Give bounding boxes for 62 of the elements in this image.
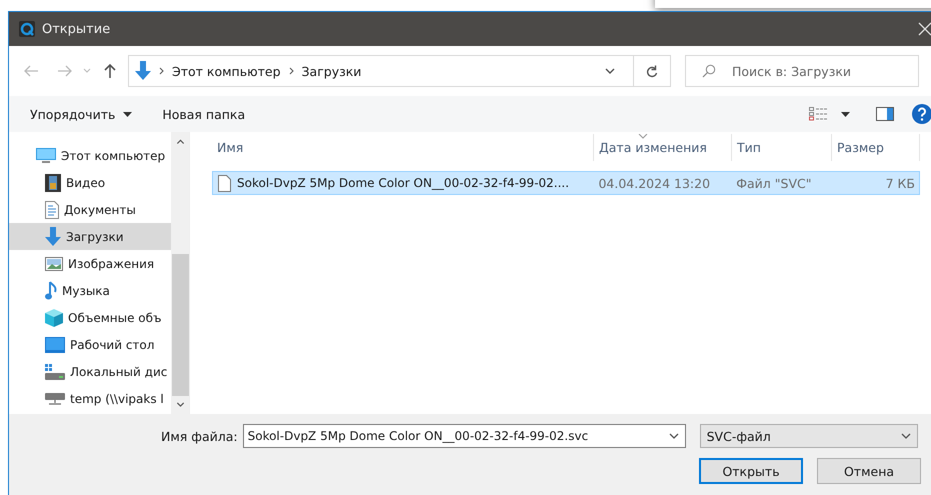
filename-label: Имя файла: <box>161 428 238 444</box>
dropdown-arrow-icon[interactable] <box>841 112 850 116</box>
sidebar-item[interactable]: Изображения <box>9 250 171 277</box>
close-icon <box>918 22 931 36</box>
sidebar-item[interactable]: Объемные объ <box>9 304 171 331</box>
download-arrow-icon <box>45 226 61 246</box>
column-header[interactable]: Дата изменения <box>594 134 732 161</box>
help-icon[interactable] <box>912 104 931 124</box>
file-icon <box>218 174 231 192</box>
address-bar[interactable]: Этот компьютер Загрузки <box>128 55 671 87</box>
breadcrumb[interactable]: Этот компьютер <box>172 64 281 78</box>
computer-icon <box>36 148 56 164</box>
sidebar-item[interactable]: Рабочий стол <box>9 331 171 358</box>
table-cell: Файл "SVC" <box>736 176 812 190</box>
search-field[interactable]: Поиск в: Загрузки <box>685 55 919 87</box>
chevron-right-icon <box>288 67 294 75</box>
refresh-icon <box>646 64 658 78</box>
scrollbar[interactable] <box>171 132 189 414</box>
chevron-right-icon <box>159 67 164 75</box>
filename-field[interactable]: Sokol-DvpZ 5Mp Dome Color ON__00-02-32-f4-99-02.svc <box>242 424 686 448</box>
app-icon <box>19 21 35 37</box>
up-arrow-icon[interactable] <box>103 63 117 79</box>
table-cell: 04.04.2024 13:20 <box>598 176 710 190</box>
film-icon <box>45 174 61 192</box>
sort-chevron-icon <box>638 134 648 139</box>
download-arrow-icon <box>135 61 151 81</box>
new-folder-button[interactable]: Новая папка <box>153 102 254 126</box>
table-cell: Sokol-DvpZ 5Mp Dome Color ON__00-02-32-f4-99-02.... <box>237 176 570 190</box>
column-header[interactable]: Тип <box>732 134 832 161</box>
column-header[interactable]: Размер <box>832 134 920 161</box>
view-options-icon[interactable] <box>809 107 829 121</box>
column-header[interactable]: Имя <box>212 134 594 161</box>
music-note-icon <box>45 280 57 300</box>
chevron-down-icon <box>668 433 679 439</box>
window-title: Открытие <box>42 22 110 36</box>
drive-icon <box>45 364 65 380</box>
file-row[interactable]: Sokol-DvpZ 5Mp Dome Color ON__00-02-32-f4-99-02.... 04.04.2024 13:20 Файл "SVC" 7 КБ <box>212 171 920 195</box>
open-button[interactable]: Открыть <box>699 458 803 484</box>
preview-pane-icon[interactable] <box>876 107 894 121</box>
dropdown-arrow-icon <box>123 112 132 116</box>
desktop-icon <box>45 336 65 352</box>
table-cell: 7 КБ <box>886 176 916 190</box>
chevron-down-icon <box>900 433 911 439</box>
cancel-button[interactable]: Отмена <box>817 458 921 484</box>
sidebar-item[interactable]: Видео <box>9 169 171 196</box>
sidebar-item[interactable]: Музыка <box>9 277 171 304</box>
chevron-down-icon[interactable] <box>605 68 615 74</box>
scroll-down-icon <box>176 402 184 407</box>
sidebar-item[interactable]: Локальный дис <box>9 358 171 385</box>
sidebar-item[interactable]: Загрузки <box>9 223 171 250</box>
network-drive-icon <box>45 392 65 404</box>
sidebar-item[interactable]: Документы <box>9 196 171 223</box>
image-icon <box>45 256 63 270</box>
close-button[interactable] <box>918 22 931 36</box>
sidebar-item[interactable]: temp (\\vipaks l <box>9 385 171 412</box>
scroll-up-icon <box>176 139 184 144</box>
sidebar-item[interactable]: Этот компьютер <box>9 142 171 169</box>
organize-menu[interactable]: Упорядочить <box>21 102 142 126</box>
filetype-dropdown[interactable]: SVC-файл <box>700 424 918 448</box>
breadcrumb[interactable]: Загрузки <box>302 64 362 78</box>
cube-icon <box>45 308 63 326</box>
document-icon <box>45 200 59 218</box>
